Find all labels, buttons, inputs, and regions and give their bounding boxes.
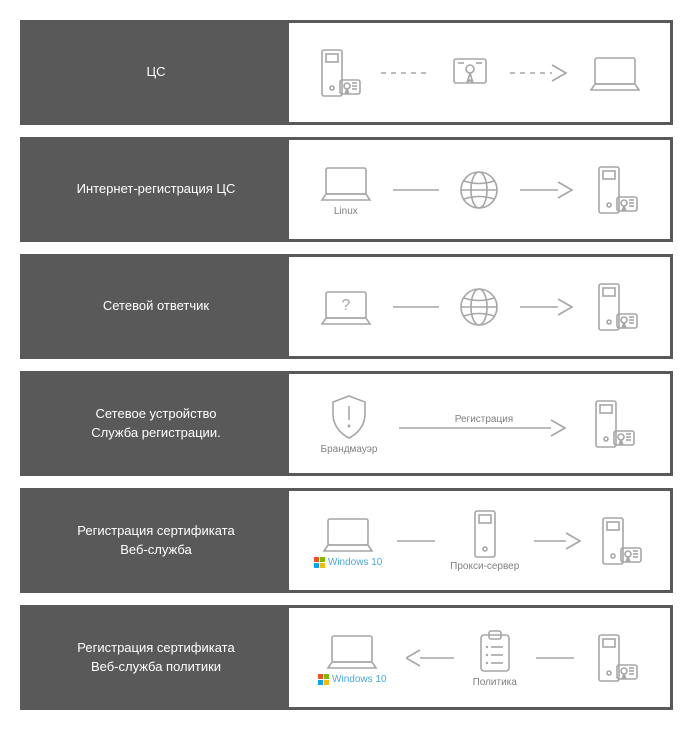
windows-logo-icon — [314, 557, 325, 568]
connector-icon — [397, 539, 435, 543]
proxy-server-icon: Прокси-сервер — [450, 509, 519, 572]
server-cert-icon — [590, 399, 638, 449]
row-label: Регистрация сертификата Веб-служба — [23, 491, 289, 590]
arrow-right-icon — [520, 297, 574, 317]
row-ces: Регистрация сертификата Веб-служба Windo… — [20, 488, 673, 593]
dashed-arrow-icon — [510, 63, 570, 83]
server-cert-icon — [593, 282, 641, 332]
row-ca: ЦС — [20, 20, 673, 125]
row-title-2: Веб-служба политики — [91, 658, 221, 676]
dashed-connector-icon — [381, 71, 431, 75]
laptop-windows-icon: Windows 10 — [314, 513, 382, 568]
row-content: Брандмауэр Регистрация — [289, 374, 670, 473]
caption-linux: Linux — [334, 206, 358, 217]
row-content: Windows 10 Прокси-сервер — [289, 491, 670, 590]
row-label: ЦС — [23, 23, 289, 122]
arrow-labeled-icon: Регистрация — [399, 410, 569, 438]
caption-firewall: Брандмауэр — [321, 444, 378, 455]
row-content — [289, 257, 670, 356]
server-cert-icon — [593, 633, 641, 683]
row-title: Интернет-регистрация ЦС — [77, 180, 236, 198]
row-title-2: Служба регистрации. — [91, 424, 220, 442]
row-web-enrollment: Интернет-регистрация ЦС Linux — [20, 137, 673, 242]
caption-proxy: Прокси-сервер — [450, 561, 519, 572]
row-title-1: Регистрация сертификата — [77, 639, 234, 657]
server-cert-icon — [597, 516, 645, 566]
caption-windows: Windows 10 — [314, 557, 382, 568]
laptop-linux-icon: Linux — [318, 162, 374, 217]
row-content: Linux — [289, 140, 670, 239]
laptop-windows-icon: Windows 10 — [318, 630, 386, 685]
row-title-1: Регистрация сертификата — [77, 522, 234, 540]
row-cep: Регистрация сертификата Веб-служба полит… — [20, 605, 673, 710]
arrow-right-icon — [534, 531, 582, 551]
row-title: ЦС — [146, 63, 165, 81]
row-online-responder: Сетевой ответчик — [20, 254, 673, 359]
connector-icon — [393, 305, 439, 309]
caption-policy: Политика — [473, 677, 517, 688]
shield-firewall-icon: Брандмауэр — [321, 392, 378, 455]
caption-windows: Windows 10 — [318, 674, 386, 685]
row-label: Сетевой ответчик — [23, 257, 289, 356]
connector-icon — [536, 656, 574, 660]
server-cert-icon — [316, 48, 364, 98]
row-ndes: Сетевое устройство Служба регистрации. Б… — [20, 371, 673, 476]
server-cert-icon — [593, 165, 641, 215]
arrow-right-icon — [520, 180, 574, 200]
row-content — [289, 23, 670, 122]
certificate-icon — [448, 53, 492, 93]
row-label: Сетевое устройство Служба регистрации. — [23, 374, 289, 473]
row-title-2: Веб-служба — [120, 541, 191, 559]
connector-icon — [393, 188, 439, 192]
arrow-left-icon — [406, 648, 454, 668]
globe-icon — [457, 168, 501, 212]
row-label: Регистрация сертификата Веб-служба полит… — [23, 608, 289, 707]
windows-logo-icon — [318, 674, 329, 685]
clipboard-policy-icon: Политика — [473, 627, 517, 688]
laptop-question-icon — [318, 286, 374, 328]
laptop-icon — [587, 52, 643, 94]
row-label: Интернет-регистрация ЦС — [23, 140, 289, 239]
globe-icon — [457, 285, 501, 329]
edge-label: Регистрация — [455, 414, 513, 425]
row-title-1: Сетевое устройство — [95, 405, 216, 423]
row-title: Сетевой ответчик — [103, 297, 209, 315]
row-content: Windows 10 Политика — [289, 608, 670, 707]
